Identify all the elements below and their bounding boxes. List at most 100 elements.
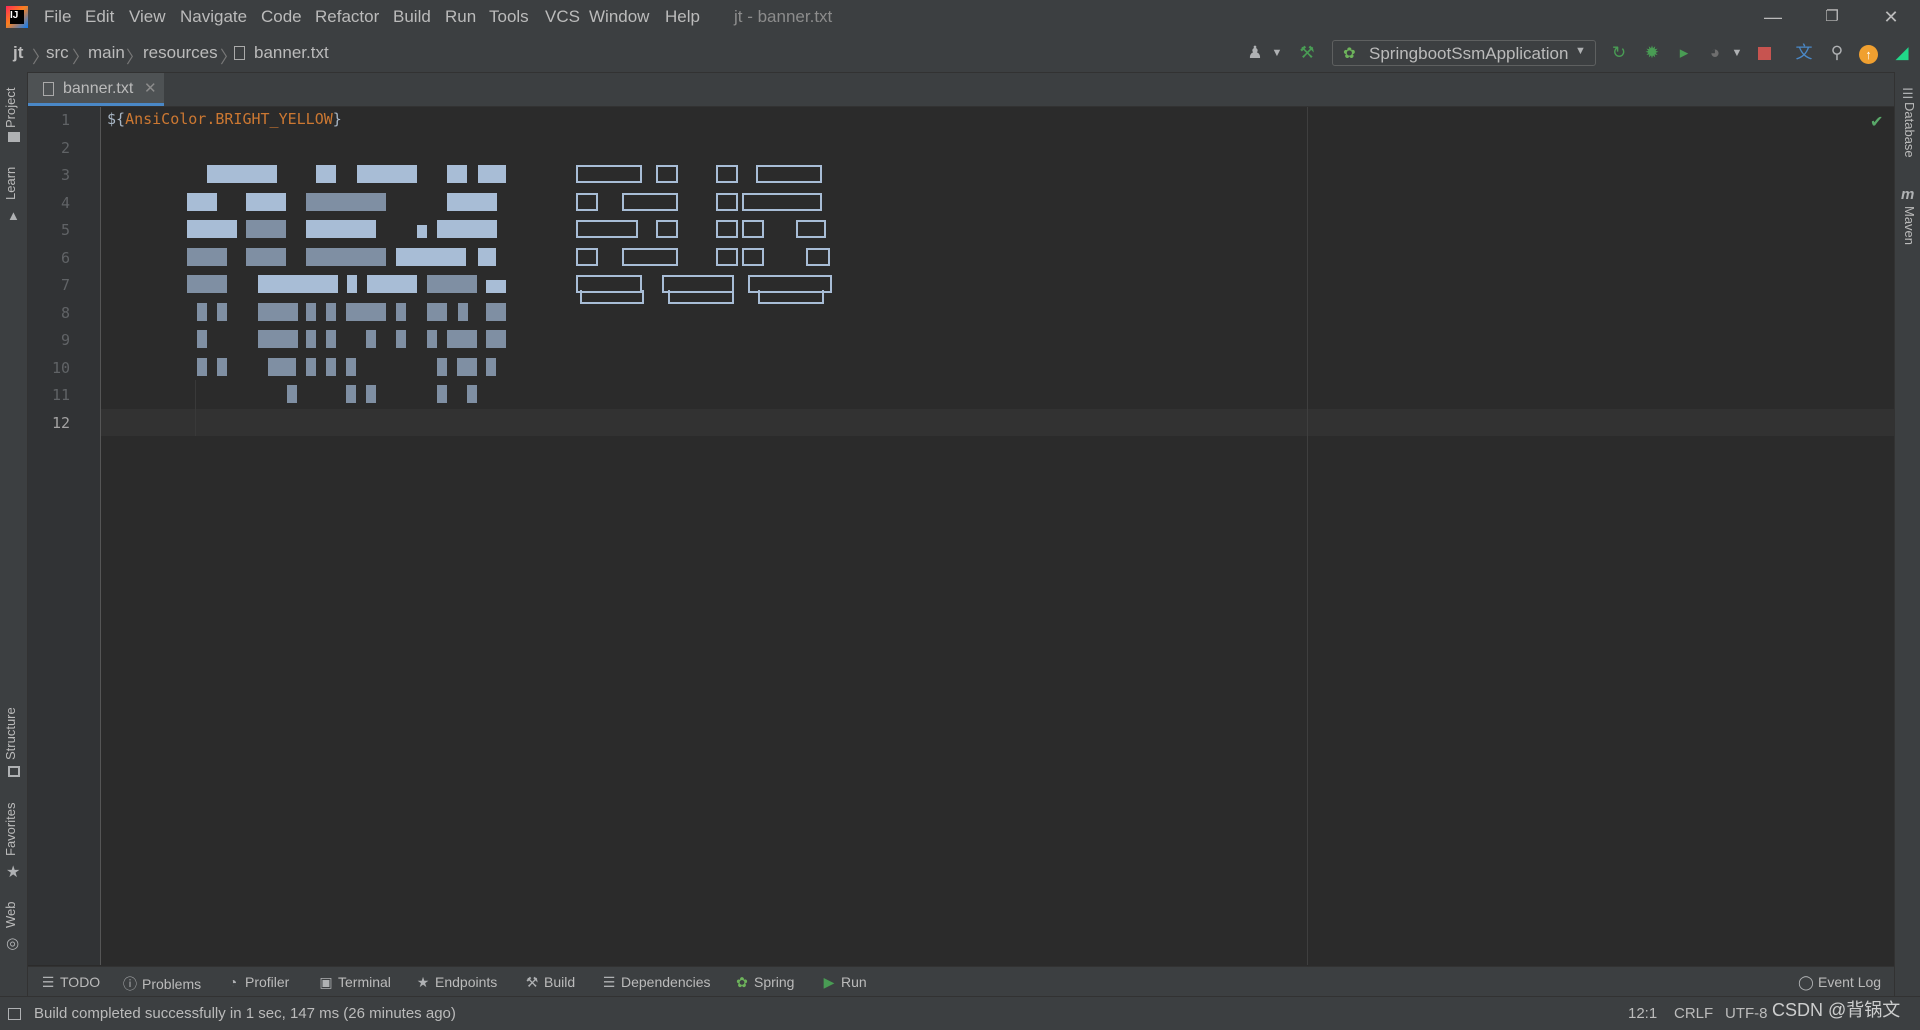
tool-tab-learn[interactable]: Learn [3,167,18,200]
navigation-bar: jt 〉 src 〉 main 〉 resources 〉 banner.txt… [0,34,1920,73]
minimize-icon[interactable]: — [1753,4,1793,30]
tool-terminal[interactable]: ▣ Terminal [318,974,391,991]
current-line-highlight [101,409,1894,436]
run-configuration-select[interactable]: ✿ SpringbootSsmApplication ▼ [1332,40,1596,66]
ascii-art-block [622,193,678,211]
checkmark-icon: ✔ [1870,114,1884,131]
ascii-art-block [246,248,286,266]
ascii-art-block [417,225,427,238]
breadcrumb-resources[interactable]: resources [143,43,218,63]
code-identifier: AnsiColor.BRIGHT_YELLOW [125,110,333,128]
tool-dependencies-label: Dependencies [621,974,711,990]
menu-window[interactable]: Window [589,7,649,27]
line-number: 11 [51,386,70,404]
ascii-art-block [758,290,824,304]
hammer-icon[interactable]: ⚒ [1296,42,1318,64]
ascii-art-block [427,303,447,321]
breadcrumb-main[interactable]: main [88,43,125,63]
dependencies-icon: ☰ [602,974,616,990]
menu-tools[interactable]: Tools [489,7,529,27]
menu-code[interactable]: Code [261,7,302,27]
menu-build[interactable]: Build [393,7,431,27]
code-line[interactable]: ${AnsiColor.BRIGHT_YELLOW} [107,110,342,128]
menu-view[interactable]: View [129,7,166,27]
status-message[interactable]: Build completed successfully in 1 sec, 1… [34,1005,456,1022]
ascii-art-block [447,193,497,211]
ascii-art-block [217,358,227,376]
menu-edit[interactable]: Edit [85,7,114,27]
ascii-art-block [258,330,298,348]
tool-spring[interactable]: ✿ Spring [734,974,794,991]
ascii-art-block [306,358,316,376]
tool-tab-project[interactable]: Project [3,88,18,128]
tool-tab-database[interactable]: Database [1902,102,1917,158]
line-separator[interactable]: CRLF [1674,1005,1713,1022]
breadcrumb-jt[interactable]: jt [13,43,23,63]
line-number: 2 [60,139,70,157]
ascii-art-block [486,358,496,376]
menu-help[interactable]: Help [665,7,700,27]
intellij-logo-icon[interactable]: IJ [6,6,28,28]
menu-file[interactable]: File [44,7,71,27]
toggle-tool-windows-icon[interactable] [8,1008,21,1020]
ascii-art-block [346,358,356,376]
search-icon[interactable]: ⚲ [1826,42,1848,64]
ascii-art-block [287,385,297,403]
ascii-art-block [576,220,638,238]
tool-tab-maven[interactable]: Maven [1902,206,1917,245]
ascii-art-block [437,385,447,403]
menu-vcs[interactable]: VCS [545,7,580,27]
debug-icon[interactable]: ✹ [1641,42,1663,64]
ascii-art-block [656,220,678,238]
ascii-art-block [742,193,822,211]
line-number: 1 [60,111,70,129]
hammer-icon: ⚒ [525,974,539,990]
menu-run[interactable]: Run [445,7,476,27]
update-icon[interactable]: ↑ [1859,45,1878,64]
line-number: 10 [51,359,70,377]
tool-dependencies[interactable]: ☰ Dependencies [601,974,711,991]
menu-navigate[interactable]: Navigate [180,7,247,27]
caret-position[interactable]: 12:1 [1628,1005,1657,1022]
coverage-icon[interactable]: ▸ [1673,42,1695,64]
tool-tab-favorites[interactable]: Favorites [3,803,18,856]
tab-label: banner.txt [63,80,134,97]
ascii-art-block [306,330,316,348]
ascii-art-block [366,385,376,403]
translate-icon[interactable]: 文 [1793,42,1815,64]
restore-icon[interactable]: ❐ [1812,4,1852,30]
tool-todo[interactable]: ☰ TODO [40,974,100,991]
close-icon[interactable]: ✕ [1871,4,1911,30]
close-tab-icon[interactable]: ✕ [144,79,157,97]
breadcrumb-banner[interactable]: banner.txt [254,43,329,63]
tool-tab-structure[interactable]: Structure [3,707,18,760]
breadcrumb-separator: 〉 [126,48,143,67]
endpoints-icon: ★ [416,974,430,990]
ascii-art-block [427,330,437,348]
tool-profiler[interactable]: ◔ Profiler [225,974,290,990]
ascii-art-block [486,303,506,321]
tool-problems[interactable]: ⓘ Problems [122,974,201,994]
user-icon[interactable]: ♟ [1244,42,1266,64]
profile-icon[interactable]: ◕ [1704,42,1726,64]
tool-run[interactable]: ▶ Run [821,974,867,991]
ascii-art-block [187,193,217,211]
rerun-icon[interactable]: ↻ [1608,42,1630,64]
tool-tab-web[interactable]: Web [3,902,18,929]
toolbox-icon[interactable]: ◢ [1891,42,1913,64]
right-margin-guide [1307,107,1308,965]
ascii-art-block [396,330,406,348]
ascii-art-block [246,220,286,238]
chevron-down-icon[interactable]: ▼ [1266,42,1288,64]
chevron-down-icon[interactable]: ▼ [1726,42,1748,64]
breadcrumb-src[interactable]: src [46,43,69,63]
menu-refactor[interactable]: Refactor [315,7,379,27]
learn-icon: ▲ [7,208,20,223]
tool-event-log[interactable]: ◯ Event Log [1798,974,1881,991]
tool-endpoints[interactable]: ★ Endpoints [415,974,498,991]
stop-icon[interactable] [1758,47,1771,60]
tab-banner-txt[interactable]: banner.txt ✕ [28,73,164,106]
editor-tab-bar: banner.txt ✕ [28,73,1894,107]
tool-build[interactable]: ⚒ Build [524,974,575,991]
file-encoding[interactable]: UTF-8 [1725,1005,1768,1022]
